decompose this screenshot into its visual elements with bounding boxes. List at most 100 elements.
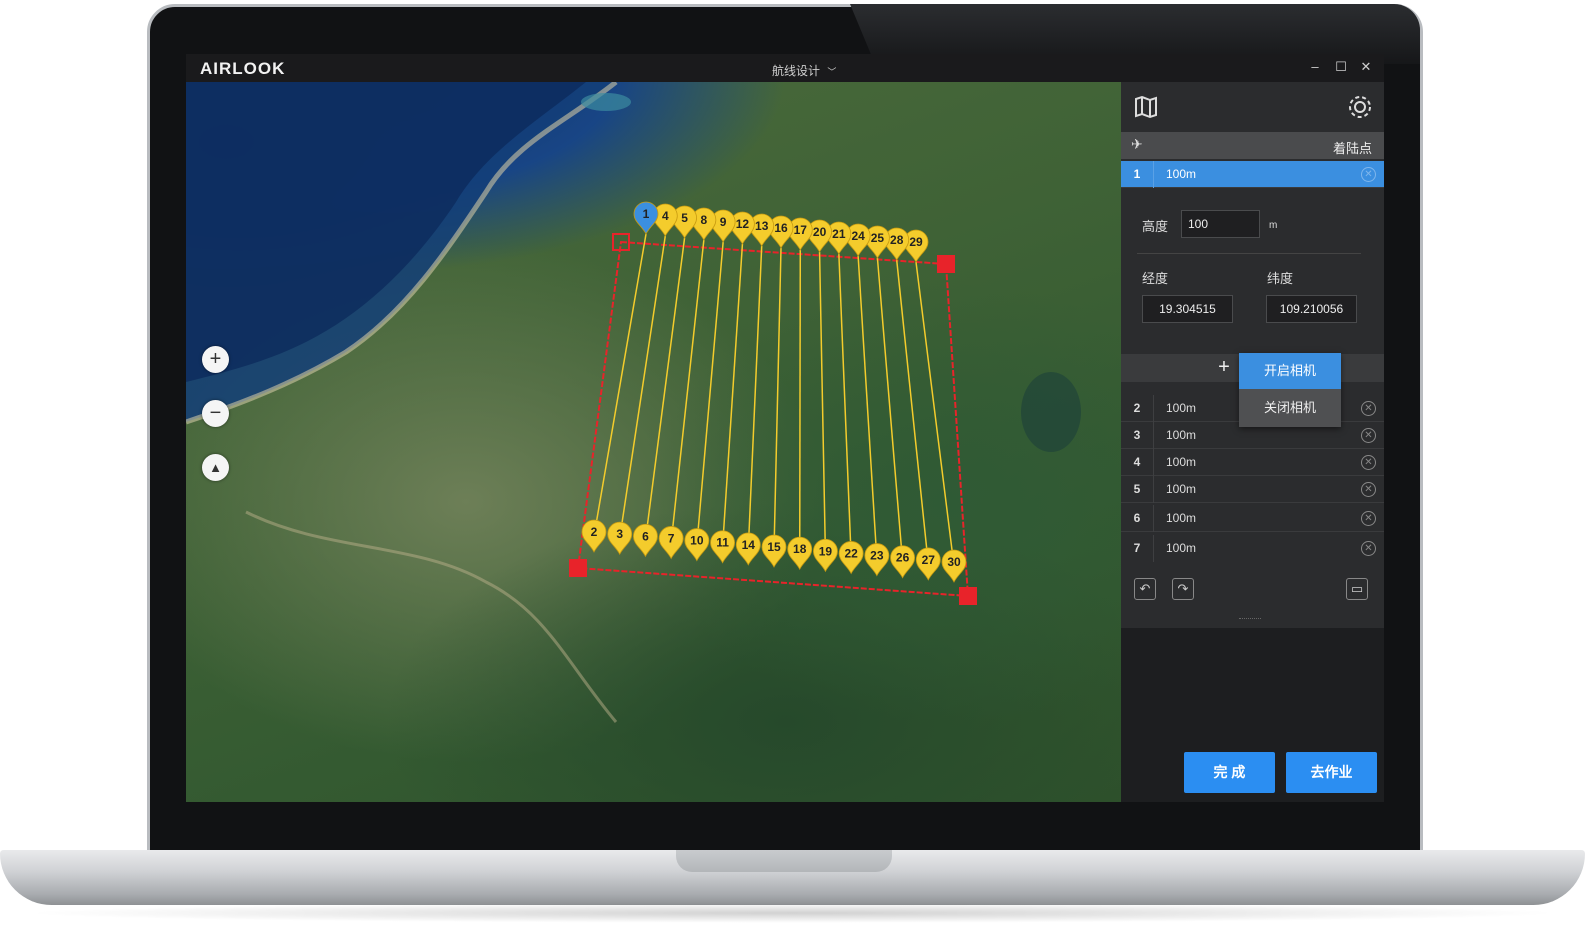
waypoint-marker[interactable]: 10 <box>684 528 710 562</box>
svg-text:7: 7 <box>668 531 675 545</box>
landing-point-row[interactable]: ✈ 着陆点 <box>1121 132 1384 159</box>
flight-path-segment <box>696 241 724 545</box>
svg-text:24: 24 <box>851 229 865 243</box>
laptop-notch <box>676 850 892 872</box>
flight-path-segment <box>818 251 827 556</box>
delete-waypoint-icon[interactable]: ✕ <box>1361 428 1376 443</box>
satellite-map[interactable]: 2 3 6 7 10 11 14 15 18 19 22 23 26 27 30 29 28 25 24 21 20 17… <box>186 82 1121 802</box>
undo-icon[interactable]: ↶ <box>1134 578 1156 600</box>
add-action-button[interactable]: + <box>1214 356 1234 379</box>
compass-button[interactable]: ▲ <box>202 454 229 481</box>
app-title: 航线设计 <box>772 64 821 78</box>
home-waypoint-marker[interactable]: 1 <box>633 201 659 235</box>
title-bar: AIRLOOK 航线设计 ﹀ – ☐ ✕ <box>186 54 1384 82</box>
chevron-down-icon: ﹀ <box>827 67 837 77</box>
boundary-corner-handle[interactable] <box>937 255 955 273</box>
delete-waypoint-icon[interactable]: ✕ <box>1361 511 1376 526</box>
svg-text:6: 6 <box>642 529 649 543</box>
longitude-label: 经度 <box>1142 271 1169 286</box>
svg-text:8: 8 <box>701 213 708 227</box>
waypoint-row-selected[interactable]: 1 100m ✕ <box>1121 161 1384 188</box>
svg-text:3: 3 <box>616 527 623 541</box>
resize-grip[interactable] <box>1239 618 1261 622</box>
waypoint-row[interactable]: 5 100m ✕ <box>1121 476 1384 503</box>
go-to-operation-button[interactable]: 去作业 <box>1286 752 1377 793</box>
finish-button[interactable]: 完 成 <box>1184 752 1275 793</box>
gear-icon[interactable] <box>1347 94 1373 125</box>
route-design-menu[interactable]: 航线设计 ﹀ <box>772 62 836 79</box>
waypoint-altitude: 100m <box>1166 455 1197 469</box>
svg-text:26: 26 <box>896 551 910 565</box>
waypoint-number: 4 <box>1121 449 1154 476</box>
delete-waypoint-icon[interactable]: ✕ <box>1361 401 1376 416</box>
waypoint-marker[interactable]: 15 <box>761 534 787 568</box>
waypoint-marker[interactable]: 11 <box>710 530 735 564</box>
waypoint-marker[interactable]: 30 <box>941 549 967 583</box>
waypoint-marker[interactable]: 27 <box>915 547 941 581</box>
zoom-out-button[interactable]: − <box>202 400 229 427</box>
waypoint-row[interactable]: 4 100m ✕ <box>1121 449 1384 476</box>
map-icon[interactable] <box>1133 94 1159 125</box>
waypoint-marker[interactable]: 22 <box>838 541 864 575</box>
redo-icon[interactable]: ↷ <box>1172 578 1194 600</box>
waypoint-marker[interactable]: 6 <box>633 523 658 558</box>
waypoint-marker[interactable]: 18 <box>787 536 813 571</box>
latitude-label: 纬度 <box>1267 271 1294 286</box>
waypoint-marker[interactable]: 26 <box>890 545 915 579</box>
svg-text:21: 21 <box>832 227 846 241</box>
close-button[interactable]: ✕ <box>1358 59 1374 75</box>
divider <box>1137 253 1361 254</box>
camera-on-option[interactable]: 开启相机 <box>1239 353 1341 389</box>
waypoint-row[interactable]: 6 100m ✕ <box>1121 505 1384 532</box>
waypoint-row[interactable]: 7 100m ✕ <box>1121 535 1384 562</box>
boundary-corner-handle[interactable] <box>959 587 977 605</box>
flight-path-segment <box>747 245 763 549</box>
waypoint-marker[interactable]: 3 <box>607 521 633 556</box>
svg-text:17: 17 <box>794 223 808 237</box>
delete-waypoint-icon[interactable]: ✕ <box>1361 482 1376 497</box>
height-field[interactable] <box>1181 210 1260 238</box>
landing-point-label: 着陆点 <box>1332 141 1372 156</box>
panel-footer: ↶ ↷ ▭ <box>1121 566 1384 628</box>
flight-path-segment <box>895 259 930 564</box>
save-icon[interactable]: ▭ <box>1346 578 1368 600</box>
camera-off-option[interactable]: 关闭相机 <box>1239 389 1341 427</box>
boundary-corner-handle[interactable] <box>569 559 587 577</box>
waypoint-number: 7 <box>1121 535 1154 562</box>
delete-waypoint-icon[interactable]: ✕ <box>1361 541 1376 556</box>
svg-text:14: 14 <box>742 538 756 552</box>
waypoint-altitude: 100m <box>1166 401 1197 415</box>
waypoint-marker[interactable]: 2 <box>581 519 607 553</box>
waypoint-number: 6 <box>1121 505 1154 532</box>
svg-text:25: 25 <box>871 231 885 245</box>
svg-text:1: 1 <box>643 207 650 221</box>
waypoint-marker[interactable]: 14 <box>735 532 761 566</box>
svg-text:11: 11 <box>716 536 729 550</box>
maximize-button[interactable]: ☐ <box>1333 59 1349 75</box>
waypoint-marker[interactable]: 7 <box>658 526 684 560</box>
longitude-field[interactable] <box>1142 295 1233 323</box>
flight-path-segment <box>773 247 782 552</box>
minimize-button[interactable]: – <box>1307 59 1323 74</box>
svg-text:2: 2 <box>591 525 598 539</box>
waypoint-altitude: 100m <box>1166 511 1197 525</box>
svg-text:22: 22 <box>844 546 858 560</box>
waypoint-marker[interactable]: 19 <box>813 538 838 573</box>
svg-text:4: 4 <box>662 209 669 223</box>
height-unit: m <box>1269 220 1278 231</box>
app-window: AIRLOOK 航线设计 ﹀ – ☐ ✕ 2 3 6 7 10 11 14 15 18 19 22 2… <box>186 54 1384 802</box>
latitude-field[interactable] <box>1266 295 1357 323</box>
flight-path-segment <box>876 257 904 562</box>
svg-text:20: 20 <box>813 225 827 239</box>
svg-text:30: 30 <box>947 555 961 569</box>
delete-waypoint-icon[interactable]: ✕ <box>1361 167 1376 182</box>
delete-waypoint-icon[interactable]: ✕ <box>1361 455 1376 470</box>
svg-text:28: 28 <box>890 233 904 247</box>
waypoint-marker[interactable]: 23 <box>864 543 890 577</box>
flight-path-segment <box>721 243 744 547</box>
zoom-in-button[interactable]: + <box>202 346 229 373</box>
waypoint-detail: 高度 m 经度 纬度 <box>1121 190 1384 355</box>
svg-text:15: 15 <box>767 540 781 554</box>
flight-path-segment <box>670 239 705 543</box>
waypoint-altitude: 100m <box>1166 167 1197 181</box>
